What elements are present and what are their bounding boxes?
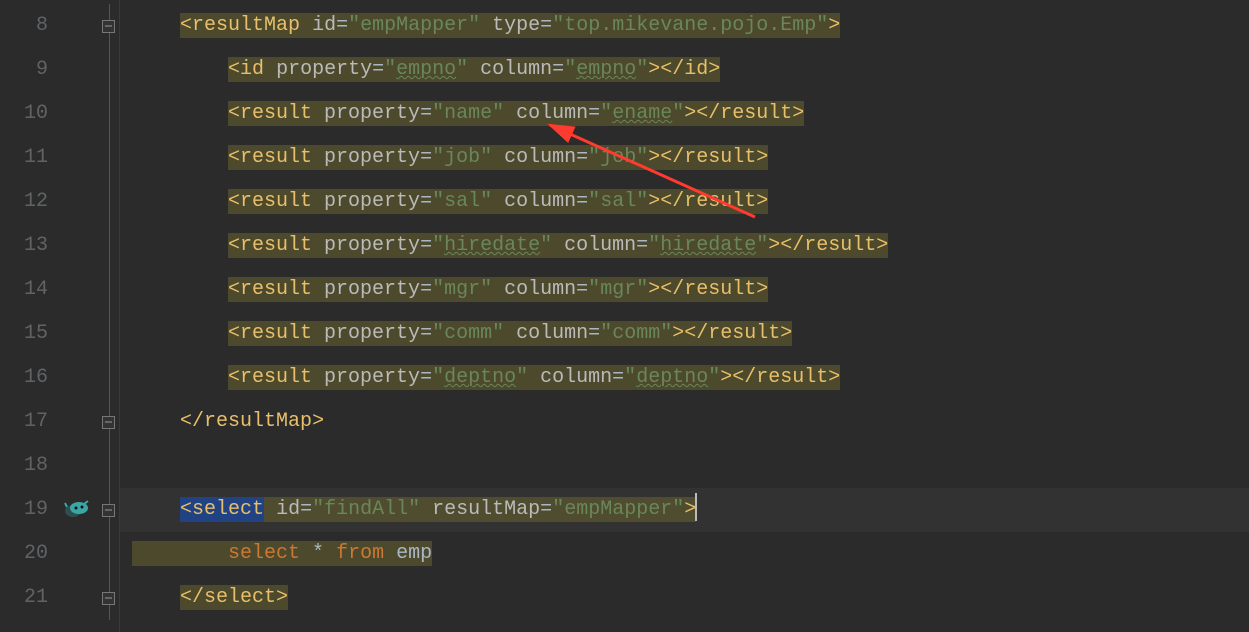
code-line[interactable]: <result property="sal" column="sal"></re… [120, 180, 1249, 224]
fold-toggle-icon[interactable] [102, 504, 115, 517]
code-area[interactable]: <resultMap id="empMapper" type="top.mike… [120, 0, 1249, 632]
code-line[interactable]: </select> [120, 576, 1249, 620]
code-line[interactable]: <result property="hiredate" column="hire… [120, 224, 1249, 268]
gutter-icon-column [58, 0, 98, 632]
code-line[interactable]: <result property="job" column="job"></re… [120, 136, 1249, 180]
code-line[interactable]: <id property="empno" column="empno"></id… [120, 48, 1249, 92]
line-number: 18 [0, 444, 58, 488]
code-line[interactable]: <result property="name" column="ename"><… [120, 92, 1249, 136]
line-number: 17 [0, 400, 58, 444]
fold-toggle-icon[interactable] [102, 20, 115, 33]
fold-toggle-icon[interactable] [102, 416, 115, 429]
line-number: 20 [0, 532, 58, 576]
code-editor[interactable]: 8 9 10 11 12 13 14 15 16 17 18 19 20 21 [0, 0, 1249, 632]
line-number: 14 [0, 268, 58, 312]
code-line[interactable]: select * from emp [120, 532, 1249, 576]
line-number: 15 [0, 312, 58, 356]
line-number: 12 [0, 180, 58, 224]
line-number: 9 [0, 48, 58, 92]
fold-column [98, 0, 120, 632]
line-number: 13 [0, 224, 58, 268]
line-number: 8 [0, 4, 58, 48]
line-number: 19 [0, 488, 58, 532]
code-line[interactable]: <result property="comm" column="comm"></… [120, 312, 1249, 356]
code-line[interactable]: <result property="mgr" column="mgr"></re… [120, 268, 1249, 312]
line-number: 21 [0, 576, 58, 620]
code-line[interactable]: </resultMap> [120, 400, 1249, 444]
code-line[interactable]: <select id="findAll" resultMap="empMappe… [120, 488, 1249, 532]
fold-toggle-icon[interactable] [102, 592, 115, 605]
mybatis-mapper-icon[interactable] [64, 498, 90, 520]
line-number: 11 [0, 136, 58, 180]
line-number: 10 [0, 92, 58, 136]
code-line[interactable] [120, 444, 1249, 488]
line-number-gutter: 8 9 10 11 12 13 14 15 16 17 18 19 20 21 [0, 0, 58, 632]
text-caret [695, 493, 697, 521]
code-line[interactable]: <resultMap id="empMapper" type="top.mike… [120, 4, 1249, 48]
line-number: 16 [0, 356, 58, 400]
code-line[interactable]: <result property="deptno" column="deptno… [120, 356, 1249, 400]
